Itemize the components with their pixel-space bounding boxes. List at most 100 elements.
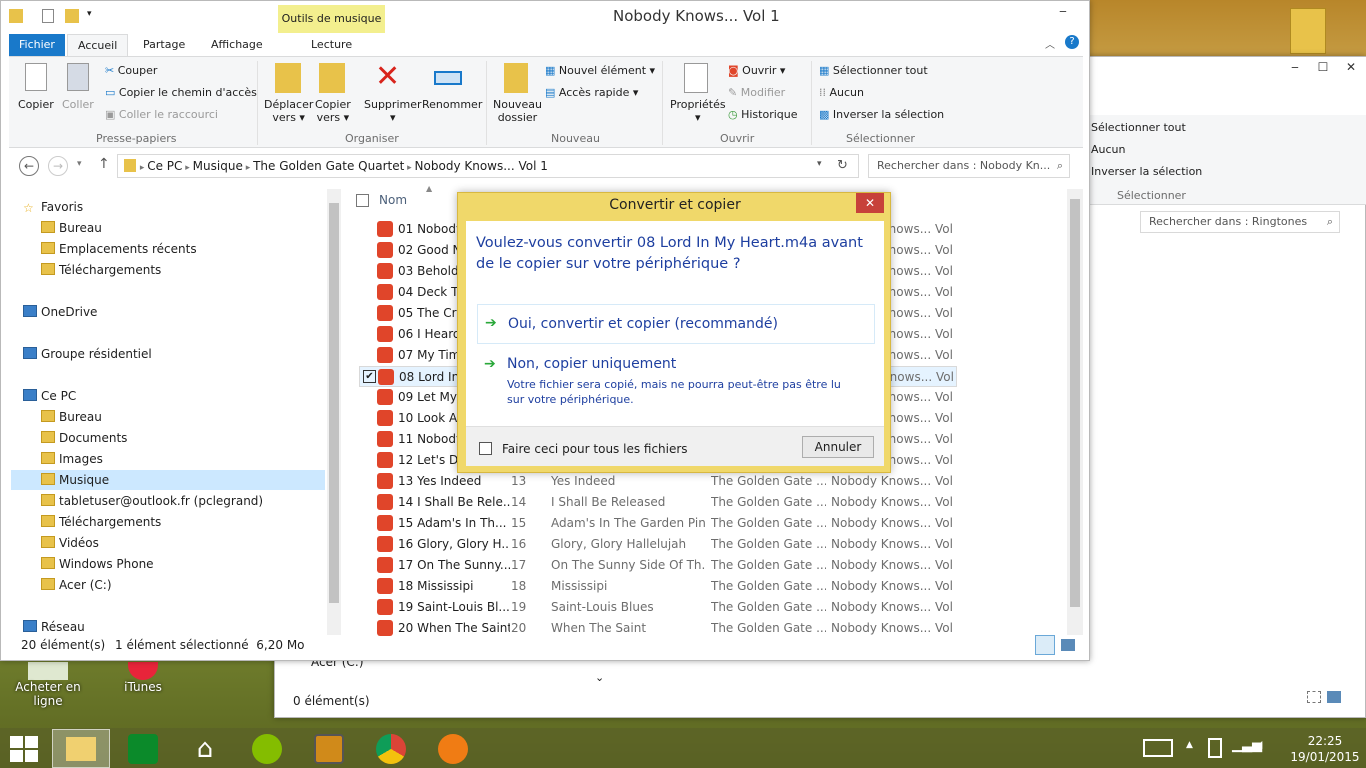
paste-button[interactable]: Coller (62, 98, 94, 111)
sidebar-item[interactable]: Téléchargements (11, 512, 325, 532)
scroll-down-arrow[interactable]: ⌄ (595, 671, 604, 684)
select-none-button[interactable]: ⁞⁞ Aucun (819, 86, 864, 99)
invert-selection-button[interactable]: Inverser la sélection (1091, 165, 1202, 178)
sidebar-item[interactable]: Windows Phone (11, 554, 325, 574)
sidebar-item[interactable]: ☆ Favoris (11, 197, 325, 217)
spotify-icon[interactable] (252, 734, 282, 764)
apply-to-all-checkbox[interactable] (479, 442, 492, 455)
sidebar-scrollbar[interactable] (327, 189, 341, 635)
move-to-button[interactable]: Déplacer vers ▾ (264, 98, 313, 124)
chrome-icon[interactable] (376, 734, 406, 764)
apply-to-all-label[interactable]: Faire ceci pour tous les fichiers (502, 442, 688, 456)
customize-toolbar-icon[interactable]: ▾ (87, 9, 92, 19)
search-input[interactable]: Rechercher dans : Ringtones ⌕ (1140, 211, 1340, 233)
properties-button[interactable]: Propriétés ▾ (670, 98, 726, 124)
new-item-button[interactable]: ▦ Nouvel élément ▾ (545, 64, 655, 77)
thumbnails-view-button[interactable] (1327, 691, 1341, 703)
file-row[interactable]: 18 Mississipi 18 Mississipi The Golden Gate… (359, 576, 957, 597)
avast-icon[interactable] (438, 734, 468, 764)
breadcrumb-item[interactable]: The Golden Gate Quartet (253, 159, 404, 173)
sidebar-item[interactable]: OneDrive (11, 302, 325, 322)
breadcrumb-item[interactable]: Musique (193, 159, 243, 173)
app-icon[interactable] (314, 734, 344, 764)
close-button[interactable]: ✕ (1337, 57, 1365, 77)
breadcrumb-separator-icon[interactable]: ▸ (243, 163, 253, 173)
invert-selection-button[interactable]: ▩ Inverser la sélection (819, 108, 944, 121)
sidebar-item[interactable]: Images (11, 449, 325, 469)
copy-path-button[interactable]: ▭ Copier le chemin d'accès (105, 86, 257, 99)
file-list-scrollbar[interactable] (1067, 189, 1083, 635)
sidebar-item[interactable]: Téléchargements (11, 260, 325, 280)
sidebar-item[interactable]: Emplacements récents (11, 239, 325, 259)
collapse-ribbon-icon[interactable]: ︿ (1045, 36, 1055, 51)
sidebar-item[interactable]: Bureau (11, 407, 325, 427)
select-all-button[interactable]: ▦ Sélectionner tout (819, 64, 928, 77)
up-button[interactable]: ↑ (98, 156, 110, 172)
option-convert-and-copy[interactable]: ➔ Oui, convertir et copier (recommandé) (477, 304, 875, 344)
sidebar-item[interactable]: Documents (11, 428, 325, 448)
delete-button[interactable]: Supprimer ▾ (364, 98, 422, 124)
battery-icon[interactable] (1208, 738, 1222, 758)
rename-button[interactable]: Renommer (422, 98, 482, 111)
tab-fichier[interactable]: Fichier (9, 34, 65, 56)
sidebar-item[interactable]: Réseau (11, 617, 325, 637)
address-dropdown[interactable]: ▾ (817, 159, 822, 169)
tab-accueil[interactable]: Accueil (67, 34, 129, 57)
tab-lecture[interactable]: Lecture (301, 34, 362, 56)
paste-shortcut-button[interactable]: ▣ Coller le raccourci (105, 108, 218, 121)
breadcrumb-item[interactable]: Ce PC (147, 159, 182, 173)
new-folder-button[interactable]: Nouveau dossier (493, 98, 542, 124)
file-row[interactable]: 15 Adam's In Th... 15 Adam's In The Garden… (359, 513, 957, 534)
sidebar-item[interactable]: tabletuser@outlook.fr (pclegrand) (11, 491, 325, 511)
thumbnails-view-button[interactable] (1061, 639, 1075, 651)
sidebar-item[interactable]: Bureau (11, 218, 325, 238)
quick-access-toolbar[interactable]: ▾ (9, 9, 99, 25)
properties-icon[interactable] (42, 9, 54, 23)
help-icon[interactable]: ? (1065, 35, 1079, 49)
dialog-close-button[interactable]: ✕ (856, 193, 884, 213)
volume-icon[interactable]: 🔈︎ (1258, 737, 1266, 753)
sidebar-item[interactable]: Groupe résidentiel (11, 344, 325, 364)
clock[interactable]: 22:25 19/01/2015 (1290, 733, 1360, 765)
select-none-button[interactable]: Aucun (1091, 143, 1126, 156)
cut-button[interactable]: ✂ Couper (105, 64, 157, 77)
desktop-folder-icon[interactable] (1290, 8, 1326, 54)
details-view-button[interactable] (1307, 691, 1321, 703)
desktop-icon-acheter[interactable]: Acheter en ligne (2, 662, 94, 708)
column-header-name[interactable]: Nom (379, 193, 407, 207)
quick-access-button[interactable]: ▤ Accès rapide ▾ (545, 86, 638, 99)
address-bar[interactable]: ▸ Ce PC ▸ Musique ▸ The Golden Gate Quar… (117, 154, 859, 178)
start-button[interactable] (10, 736, 38, 762)
option-copy-only[interactable]: ➔ Non, copier uniquement Votre fichier s… (477, 348, 875, 412)
sidebar-item[interactable]: Vidéos (11, 533, 325, 553)
file-row[interactable]: 14 I Shall Be Rele... 14 I Shall Be Releas… (359, 492, 957, 513)
breadcrumb-separator-icon[interactable]: ▸ (182, 163, 192, 173)
touch-keyboard-icon[interactable] (1143, 739, 1173, 757)
details-view-button[interactable] (1035, 635, 1055, 655)
sidebar-item[interactable]: Acer (C:) (11, 575, 325, 595)
minimize-button[interactable]: ‒ (1037, 1, 1089, 21)
desktop-icon-itunes[interactable]: iTunes (108, 662, 178, 694)
edit-button[interactable]: ✎ Modifier (728, 86, 785, 99)
refresh-button[interactable]: ↻ (837, 158, 848, 173)
maximize-button[interactable]: ☐ (1309, 57, 1337, 77)
file-row[interactable]: 19 Saint-Louis Bl... 19 Saint-Louis Blues T… (359, 597, 957, 618)
row-checkbox[interactable]: ✔ (363, 370, 376, 383)
store-icon[interactable] (128, 734, 158, 764)
taskbar-explorer-button[interactable] (52, 729, 110, 768)
convert-copy-dialog[interactable]: Convertir et copier ✕ Voulez-vous conver… (457, 192, 891, 473)
breadcrumb-item[interactable]: Nobody Knows... Vol 1 (415, 159, 548, 173)
breadcrumb-separator-icon[interactable]: ▸ (404, 163, 414, 173)
cancel-button[interactable]: Annuler (802, 436, 874, 458)
forward-button[interactable]: → (48, 156, 68, 176)
copy-to-button[interactable]: Copier vers ▾ (315, 98, 351, 124)
search-input[interactable]: Rechercher dans : Nobody Kn... ⌕ (868, 154, 1070, 178)
tab-affichage[interactable]: Affichage (201, 34, 273, 56)
select-all-button[interactable]: Sélectionner tout (1091, 121, 1186, 134)
home-icon[interactable]: ⌂ (190, 734, 220, 764)
sidebar-item[interactable]: Ce PC (11, 386, 325, 406)
file-row[interactable]: 17 On The Sunny... 17 On The Sunny Side Of… (359, 555, 957, 576)
sidebar-item[interactable]: Musique (11, 470, 325, 490)
file-row[interactable]: 20 When The Saint 20 When The Saint The Gol… (359, 618, 957, 639)
file-row[interactable]: 13 Yes Indeed 13 Yes Indeed The Golden Gate… (359, 471, 957, 492)
